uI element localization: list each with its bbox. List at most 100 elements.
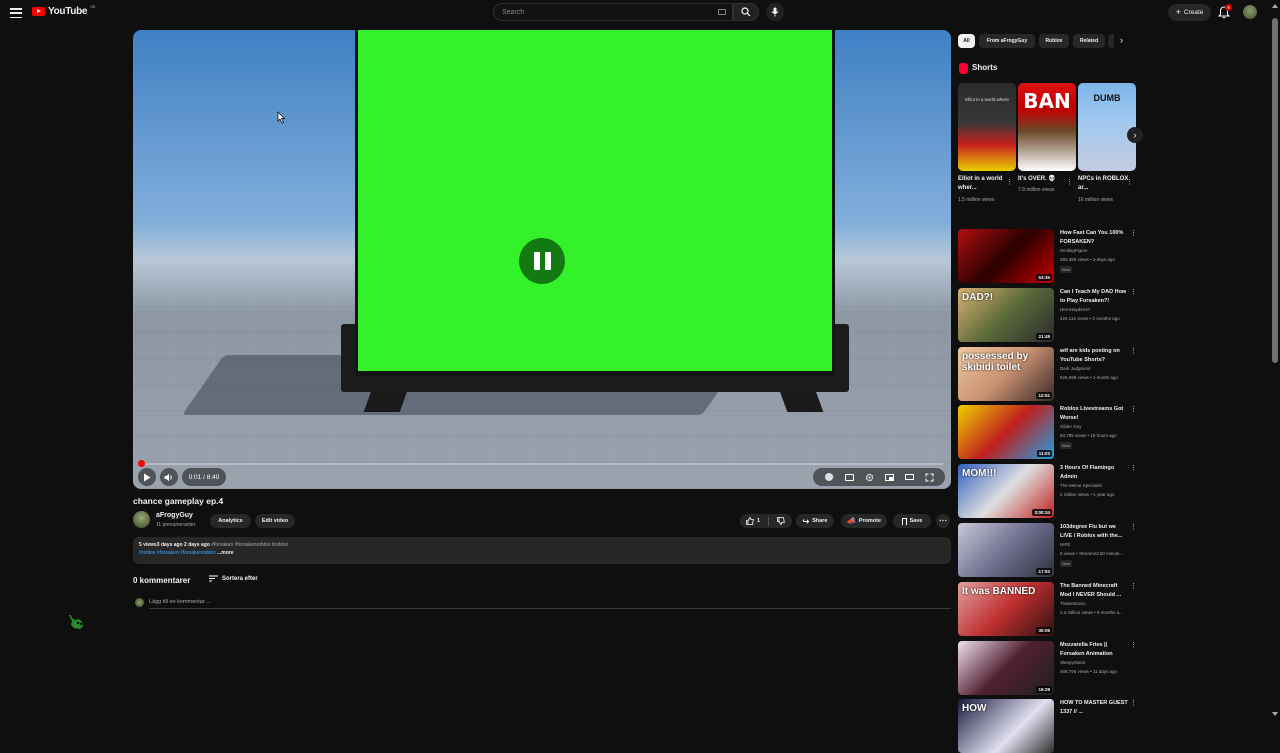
short-title-2[interactable]: It's OVER. 💀 [1018, 175, 1070, 184]
commenter-avatar [135, 598, 144, 607]
recommendation-thumbnail[interactable]: It was BANNED 35:06 [958, 581, 1054, 636]
search-button[interactable] [733, 3, 759, 21]
video-player[interactable]: 0:01 / 8:40 [133, 30, 951, 489]
more-vertical-icon[interactable]: ⋮ [1130, 347, 1137, 355]
recommendation-thumbnail[interactable]: 17:53 [958, 523, 1054, 577]
recommendation-channel[interactable]: HeroHayden47 [1060, 307, 1090, 312]
recommendation-thumbnail[interactable]: MOM!!! 3:00:34 [958, 464, 1054, 519]
short-title-3[interactable]: NPCs in ROBLOX ar... [1078, 175, 1130, 193]
recommendation-title[interactable]: How Fast Can You 100% FORSAKEN? [1060, 229, 1128, 247]
chip-all[interactable]: All [958, 34, 975, 48]
more-vertical-icon[interactable]: ⋮ [1130, 229, 1137, 237]
description-box[interactable]: 5 views3 days ago 2 days ago #forsaken #… [133, 537, 951, 564]
recommendation-title[interactable]: Can I Teach My DAD How to Play Forsaken?… [1060, 288, 1128, 306]
short-more-icon-3[interactable]: ⋮ [1126, 178, 1133, 186]
keyboard-icon[interactable] [718, 9, 726, 15]
progress-scrubber[interactable] [138, 460, 145, 467]
description-tags-1[interactable]: #forsaken #forsakenroblox #roblox [211, 542, 288, 548]
channel-name[interactable]: aFrogyGuy [156, 512, 193, 519]
recommendation-channel[interactable]: SmilingFigure [1060, 248, 1088, 253]
chip-from-channel[interactable]: From aFrogyGuy [979, 34, 1035, 48]
voice-search-button[interactable] [766, 3, 784, 21]
recommendation-channel[interactable]: The Meme Specialist [1060, 483, 1102, 488]
subtitles-icon[interactable] [844, 473, 854, 482]
recommendation-item[interactable]: possessed by skibidi toilet 12:51 wtf are … [958, 346, 1138, 401]
analytics-button[interactable]: Analytics [210, 514, 251, 528]
more-actions-button[interactable]: ⋯ [936, 514, 950, 528]
account-avatar[interactable] [1243, 5, 1257, 19]
shorts-next-button[interactable]: › [1127, 127, 1143, 143]
recommendation-title[interactable]: Mozzarella Fries || Forsaken Animation [1060, 641, 1128, 659]
recommendation-thumbnail[interactable]: 16:28 [958, 640, 1054, 695]
recommendation-item[interactable]: It was BANNED 35:06 The Banned Minecraft M… [958, 581, 1138, 636]
chip-related[interactable]: Related [1073, 34, 1105, 48]
recommendation-item[interactable]: 16:28 Mozzarella Fries || Forsaken Animat… [958, 640, 1138, 695]
more-vertical-icon[interactable]: ⋮ [1130, 464, 1137, 472]
recommendation-thumbnail[interactable]: DAD?! 21:48 [958, 287, 1054, 342]
recommendation-channel[interactable]: SleepyStars! [1060, 660, 1086, 665]
recommendation-channel[interactable]: HIPE [1060, 542, 1071, 547]
youtube-logo[interactable]: YouTube SE [32, 4, 96, 17]
settings-gear-icon[interactable] [865, 473, 874, 482]
progress-bar[interactable] [141, 463, 943, 465]
sort-comments-button[interactable]: Sortera efter [209, 575, 258, 582]
recommendation-title[interactable]: 103degree Flu but we LIVE / Roblox with … [1060, 523, 1128, 541]
more-vertical-icon[interactable]: ⋮ [1130, 405, 1137, 413]
recommendation-thumbnail[interactable]: 53:35 [958, 229, 1054, 283]
volume-button[interactable] [160, 468, 178, 486]
channel-avatar[interactable] [133, 511, 150, 528]
recommendation-item[interactable]: 17:53 103degree Flu but we LIVE / Roblox … [958, 523, 1138, 577]
fullscreen-icon[interactable] [925, 473, 934, 482]
recommendation-channel[interactable]: Glider Guy [1060, 424, 1082, 429]
more-vertical-icon[interactable]: ⋮ [1130, 582, 1137, 590]
scroll-up-arrow-icon[interactable] [1272, 4, 1278, 8]
recommendation-title[interactable]: The Banned Minecraft Mod I NEVER Should … [1060, 582, 1128, 600]
short-title-1[interactable]: Elliot in a world wher... [958, 175, 1010, 193]
recommendation-item[interactable]: HOW HOW TO MASTER GUEST 1337 // ... ⋮ [958, 699, 1138, 753]
recommendation-thumbnail[interactable]: HOW [958, 699, 1054, 753]
short-more-icon-1[interactable]: ⋮ [1006, 178, 1013, 186]
recommendation-title[interactable]: wtf are kids posting on YouTube Shorts? [1060, 347, 1128, 365]
recommendation-item[interactable]: MOM!!! 3:00:34 3 Hours Of Flamingo Admin Th… [958, 464, 1138, 519]
more-vertical-icon[interactable]: ⋮ [1130, 523, 1137, 531]
short-thumbnail-1[interactable]: Elliot in a world where [958, 83, 1016, 171]
create-button[interactable]: + Create [1168, 4, 1211, 21]
chips-next-chevron-icon[interactable]: › [1120, 35, 1123, 45]
recommendation-thumbnail[interactable]: 11:03 [958, 405, 1054, 460]
search-input[interactable]: Search [493, 3, 733, 21]
promote-button[interactable]: 📣 Promote [841, 514, 887, 528]
scrollbar-thumb[interactable] [1272, 18, 1278, 363]
recommendation-thumbnail[interactable]: possessed by skibidi toilet 12:51 [958, 346, 1054, 401]
more-vertical-icon[interactable]: ⋮ [1130, 641, 1137, 649]
scroll-down-arrow-icon[interactable] [1272, 712, 1278, 716]
more-vertical-icon[interactable]: ⋮ [1130, 288, 1137, 296]
autoplay-toggle-icon[interactable] [824, 473, 834, 482]
save-button[interactable]: Save [893, 514, 931, 528]
recommendation-title[interactable]: 3 Hours Of Flamingo Admin [1060, 464, 1128, 482]
miniplayer-icon[interactable] [884, 473, 894, 482]
short-thumbnail-2[interactable]: BAN [1018, 83, 1076, 171]
add-comment-input[interactable]: Lägg till en kommentar ... [149, 599, 211, 605]
show-more-link[interactable]: ...more [217, 550, 233, 556]
recommendation-channel[interactable]: TrainerDacio [1060, 601, 1086, 606]
theater-mode-icon[interactable] [904, 473, 914, 482]
chip-roblox[interactable]: Roblox [1039, 34, 1069, 48]
short-thumbnail-3[interactable]: DUMB [1078, 83, 1136, 171]
pause-overlay-icon[interactable] [519, 238, 565, 284]
description-tags-2[interactable]: #roblox #forsaken #forsakenroblox [139, 550, 216, 556]
edit-video-button[interactable]: Edit video [255, 514, 295, 528]
recommendation-channel[interactable]: Dark Judgment [1060, 366, 1091, 371]
share-button[interactable]: ↪ Share [796, 514, 834, 528]
recommendation-item[interactable]: 11:03 Roblox Livestreams Got Worse! Glider… [958, 405, 1138, 460]
more-vertical-icon[interactable]: ⋮ [1130, 699, 1137, 707]
recommendation-thumb-text: possessed by skibidi toilet [962, 350, 1029, 373]
recommendation-title[interactable]: Roblox Livestreams Got Worse! [1060, 405, 1128, 423]
create-label: Create [1183, 9, 1204, 16]
recommendation-title[interactable]: HOW TO MASTER GUEST 1337 // ... [1060, 699, 1128, 717]
play-button[interactable] [138, 468, 156, 486]
recommendation-item[interactable]: DAD?! 21:48 Can I Teach My DAD How to Play… [958, 287, 1138, 342]
hamburger-menu-icon[interactable] [8, 6, 24, 20]
recommendation-item[interactable]: 53:35 How Fast Can You 100% FORSAKEN? Smil… [958, 229, 1138, 283]
short-more-icon-2[interactable]: ⋮ [1066, 178, 1073, 186]
like-dislike-button[interactable]: 1 [740, 514, 792, 528]
